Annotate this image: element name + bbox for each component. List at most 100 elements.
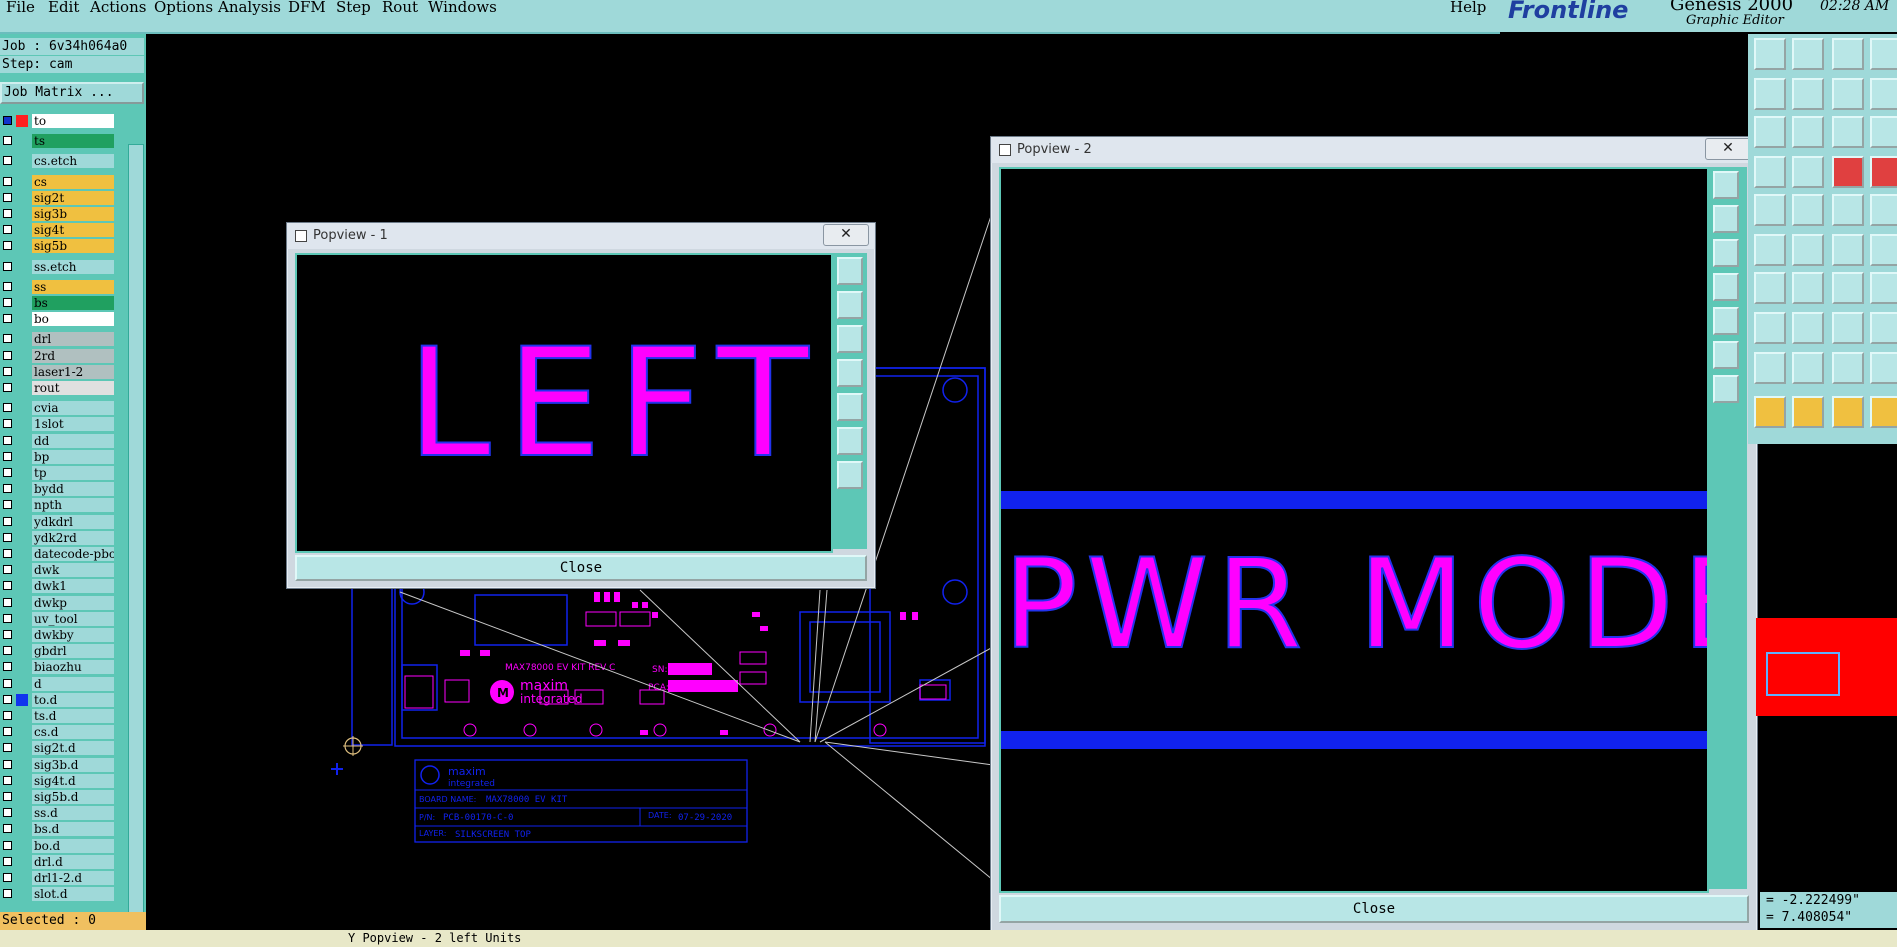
layer-name[interactable]: drl <box>32 332 114 347</box>
pan-up-icon[interactable] <box>837 291 863 319</box>
layer-row-bo.d[interactable]: bo.d <box>0 838 118 853</box>
layer-name[interactable]: bs.d <box>32 822 114 837</box>
layer-checkbox[interactable] <box>3 678 12 688</box>
layer-checkbox[interactable] <box>3 241 12 251</box>
layer-checkbox[interactable] <box>3 581 12 591</box>
layer-checkbox[interactable] <box>3 350 12 360</box>
layer-checkbox[interactable] <box>3 549 12 558</box>
layer-row-2rd[interactable]: 2rd <box>0 348 118 363</box>
layer-checkbox[interactable] <box>3 516 12 526</box>
arc-icon[interactable] <box>1754 272 1786 304</box>
pan-left-icon[interactable] <box>1713 273 1739 301</box>
layer-name[interactable]: drl1-2.d <box>32 871 114 885</box>
layer-name[interactable]: cs <box>32 174 114 189</box>
zoom-next-icon[interactable] <box>1792 78 1824 110</box>
layer-name[interactable]: sig5b <box>32 239 114 254</box>
layer-name[interactable]: sig3b.d <box>32 757 114 772</box>
layer-checkbox[interactable] <box>3 840 12 850</box>
layer-checkbox[interactable] <box>3 136 12 146</box>
menu-rout[interactable]: Rout <box>382 0 418 16</box>
layer-row-ydk2rd[interactable]: ydk2rd <box>0 530 118 545</box>
layer-row-sig2t[interactable]: sig2t <box>0 190 118 205</box>
zoom-in-icon[interactable] <box>837 427 863 455</box>
layer-name[interactable]: cs.etch <box>32 154 114 169</box>
layer-row-to.d[interactable]: to.d <box>0 692 118 707</box>
layer-checkbox[interactable] <box>3 775 12 785</box>
layer-name[interactable]: ydkdrl <box>32 514 114 529</box>
route-icon[interactable] <box>1832 156 1864 188</box>
open-icon[interactable] <box>1754 38 1786 70</box>
layer-name[interactable]: rout <box>32 381 114 395</box>
layer-row-tp[interactable]: tp <box>0 466 118 480</box>
layer-row-slot.d[interactable]: slot.d <box>0 887 118 902</box>
layer-name[interactable]: dwkby <box>32 628 114 642</box>
layer-checkbox[interactable] <box>3 500 12 510</box>
layer-row-sig4t.d[interactable]: sig4t.d <box>0 773 118 788</box>
layer-checkbox[interactable] <box>3 759 12 769</box>
pan-up-icon[interactable] <box>1713 205 1739 233</box>
layer-name[interactable]: tp <box>32 466 114 480</box>
layer-row-sig5b.d[interactable]: sig5b.d <box>0 790 118 804</box>
layer-row-cs.etch[interactable]: cs.etch <box>0 154 118 169</box>
layer-row-sig3b.d[interactable]: sig3b.d <box>0 757 118 772</box>
layer-row-laser1-2[interactable]: laser1-2 <box>0 364 118 379</box>
menu-edit[interactable]: Edit <box>48 0 79 16</box>
layer-checkbox[interactable] <box>3 613 12 623</box>
layer-row-cs[interactable]: cs <box>0 174 118 189</box>
layer-name[interactable]: sig2t <box>32 190 114 205</box>
layer-checkbox[interactable] <box>3 176 12 186</box>
menu-dfm[interactable]: DFM <box>288 0 326 16</box>
layer-list-scrollbar[interactable] <box>128 144 144 936</box>
layer-row-ydkdrl[interactable]: ydkdrl <box>0 514 118 529</box>
layer-row-to[interactable]: to <box>0 114 118 128</box>
layer-checkbox[interactable] <box>3 824 12 834</box>
layer-row-d[interactable]: d <box>0 676 118 691</box>
info-icon[interactable] <box>1870 116 1897 148</box>
layer-name[interactable]: bs <box>32 296 114 310</box>
corner-icon[interactable] <box>1754 312 1786 344</box>
menu-analysis[interactable]: Analysis <box>218 0 281 16</box>
triangle4-icon[interactable] <box>1870 352 1897 384</box>
popview-1-titlebar[interactable]: Popview - 1 ✕ <box>287 223 875 249</box>
zoom-out-icon[interactable] <box>837 461 863 489</box>
pan-right-icon[interactable] <box>837 393 863 421</box>
layer-name[interactable]: sig4t <box>32 223 114 238</box>
lasso-icon[interactable] <box>1870 396 1897 428</box>
pan-down-icon[interactable] <box>1713 239 1739 267</box>
layer-row-drl[interactable]: drl <box>0 332 118 347</box>
menu-help[interactable]: Help <box>1450 0 1486 16</box>
menu-options[interactable]: Options <box>154 0 213 16</box>
layer-checkbox[interactable] <box>3 281 12 291</box>
layer-name[interactable]: dwkp <box>32 595 114 610</box>
layer-name[interactable]: dd <box>32 433 114 448</box>
layer-name[interactable]: cs.d <box>32 725 114 740</box>
layer-name[interactable]: ss.d <box>32 806 114 821</box>
layer-checkbox[interactable] <box>3 630 12 639</box>
zoom-out-icon[interactable] <box>1713 375 1739 403</box>
net-icon[interactable] <box>1870 156 1897 188</box>
job-matrix-button[interactable]: Job Matrix ... <box>0 82 144 104</box>
layer-name[interactable]: to.d <box>32 692 114 707</box>
measure-icon[interactable] <box>1754 156 1786 188</box>
layer-name[interactable]: sig2t.d <box>32 741 114 756</box>
layer-name[interactable]: dwk <box>32 563 114 578</box>
zoom-fit-icon[interactable] <box>837 257 863 285</box>
layer-row-sig5b[interactable]: sig5b <box>0 239 118 254</box>
layer-name[interactable]: ss.etch <box>32 259 114 274</box>
layer-row-drl.d[interactable]: drl.d <box>0 854 118 869</box>
menu-file[interactable]: File <box>6 0 35 16</box>
layer-name[interactable]: 2rd <box>32 348 114 363</box>
tool-icon[interactable] <box>1870 38 1897 70</box>
layer-checkbox[interactable] <box>3 694 12 704</box>
layer-checkbox[interactable] <box>3 484 12 494</box>
layer-checkbox[interactable] <box>3 792 12 801</box>
pointer-icon[interactable] <box>1754 396 1786 428</box>
popview-1-close-button[interactable]: Close <box>295 555 867 581</box>
popview-2-view[interactable]: PWR MODE SE <box>999 167 1897 893</box>
scale-icon[interactable] <box>1832 116 1864 148</box>
ruler-icon[interactable] <box>1832 194 1864 226</box>
layer-name[interactable]: slot.d <box>32 887 114 902</box>
menu-windows[interactable]: Windows <box>428 0 497 16</box>
pick-icon[interactable] <box>1832 396 1864 428</box>
layer-checkbox[interactable] <box>3 435 12 445</box>
